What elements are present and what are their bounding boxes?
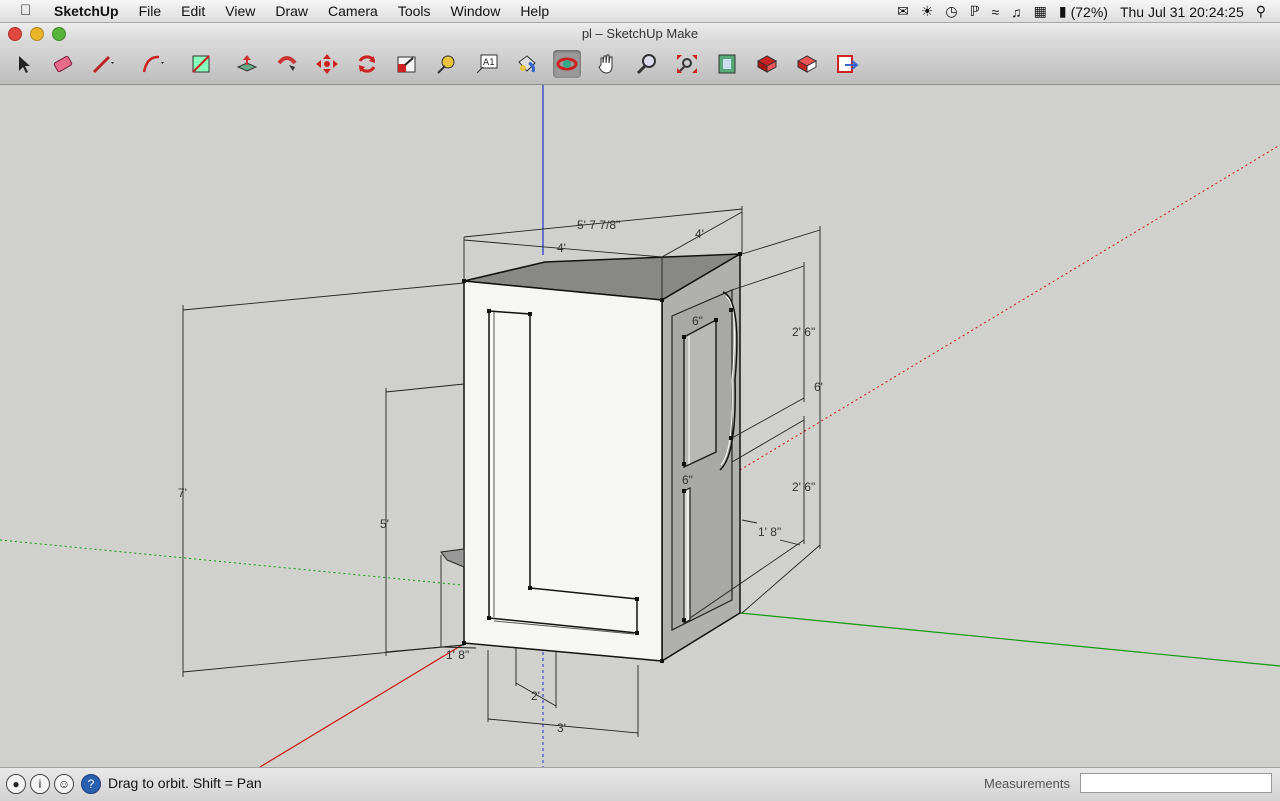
dim-top-front: 4' [557, 241, 566, 255]
minimize-button[interactable] [30, 27, 44, 41]
move-tool-icon[interactable] [313, 50, 341, 78]
push-pull-tool-icon[interactable] [233, 50, 261, 78]
orbit-tool-icon[interactable] [553, 50, 581, 78]
measurements-input[interactable] [1080, 773, 1272, 793]
volume-icon[interactable]: ♫ [1011, 4, 1022, 20]
dim-bottom-depth: 1' 8" [446, 648, 469, 662]
dim-side-depth: 1' 8" [758, 525, 781, 539]
left-shelf [440, 548, 465, 568]
menu-edit[interactable]: Edit [181, 3, 205, 19]
paint-bucket-tool-icon[interactable] [513, 50, 541, 78]
dim-bottom-small: 2' [531, 689, 540, 703]
bluetooth-icon[interactable]: ℙ [970, 3, 980, 20]
dim-right-height: 6' [814, 380, 823, 394]
eraser-tool-icon[interactable] [49, 50, 77, 78]
dim-height-front: 5' [380, 517, 389, 531]
window-title: pl – SketchUp Make [581, 26, 699, 41]
time-machine-icon[interactable]: ◷ [945, 3, 957, 20]
green-axis-dotted [0, 539, 463, 586]
model-viewport[interactable]: 5' 7 7/8" 4' 4' 7' 5' 6' 2' 6" 2' 6" 6" … [0, 85, 1280, 767]
scale-tool-icon[interactable] [393, 50, 421, 78]
dim-gap-lower: 6" [682, 473, 693, 487]
svg-text:A1: A1 [483, 58, 495, 68]
dim-gap-upper: 6" [692, 314, 703, 328]
menu-extras: ✉ ☀ ◷ ℙ ≈ ♫ ▦ ▮ (72%) Thu Jul 31 20:24:2… [885, 3, 1266, 20]
menu-help[interactable]: Help [520, 3, 549, 19]
notification-icon[interactable]: ✉ [897, 3, 909, 20]
battery-percent[interactable]: (72%) [1071, 4, 1108, 20]
dim-top-diagonal: 5' 7 7/8" [577, 218, 620, 232]
zoom-extents-tool-icon[interactable] [673, 50, 701, 78]
red-axis-dotted [739, 144, 1280, 471]
red-axis [259, 644, 463, 767]
battery-icon[interactable]: ▮ [1059, 3, 1067, 20]
window-titlebar: pl – SketchUp Make [0, 23, 1280, 44]
green-axis [739, 612, 1280, 667]
rotate-tool-icon[interactable] [353, 50, 381, 78]
dim-panel-lower: 2' 6" [792, 480, 815, 494]
menu-app-name[interactable]: SketchUp [54, 3, 119, 19]
spotlight-icon[interactable]: ⚲ [1256, 3, 1266, 20]
send-to-layout-tool-icon[interactable] [833, 50, 861, 78]
input-menu-icon[interactable]: ▦ [1034, 3, 1047, 20]
dim-top-side: 4' [695, 227, 704, 241]
zoom-tool-icon[interactable] [633, 50, 661, 78]
help-icon[interactable]: ? [81, 774, 101, 794]
wifi-icon[interactable]: ≈ [991, 4, 999, 20]
dim-bottom-width: 3' [557, 721, 566, 735]
main-toolbar: A1 [0, 44, 1280, 85]
menu-window[interactable]: Window [451, 3, 501, 19]
rectangle-tool-icon[interactable] [189, 50, 217, 78]
text-tool-icon[interactable]: A1 [473, 50, 501, 78]
extension-warehouse-tool-icon[interactable] [793, 50, 821, 78]
apple-icon[interactable]:  [20, 2, 31, 19]
zoom-button[interactable] [52, 27, 66, 41]
menu-camera[interactable]: Camera [328, 3, 378, 19]
credits-icon[interactable]: i [30, 774, 50, 794]
dim-panel-upper: 2' 6" [792, 325, 815, 339]
pan-tool-icon[interactable] [593, 50, 621, 78]
right-panel-lower [683, 487, 691, 624]
tape-measure-tool-icon[interactable] [433, 50, 461, 78]
menu-bar:  SketchUp File Edit View Draw Camera To… [0, 0, 1280, 23]
close-button[interactable] [8, 27, 22, 41]
status-bar: ● i ☺ ? Drag to orbit. Shift = Pan Measu… [0, 767, 1280, 801]
model-canvas[interactable]: 5' 7 7/8" 4' 4' 7' 5' 6' 2' 6" 2' 6" 6" … [0, 85, 1280, 767]
follow-me-tool-icon[interactable] [273, 50, 301, 78]
measurements-label: Measurements [984, 776, 1070, 791]
status-hint: Drag to orbit. Shift = Pan [108, 775, 262, 791]
clock[interactable]: Thu Jul 31 20:24:25 [1120, 4, 1244, 20]
window-controls [8, 27, 74, 41]
pencil-tool-icon[interactable] [89, 50, 117, 78]
menu-list: SketchUp File Edit View Draw Camera Tool… [54, 3, 569, 19]
geo-location-icon[interactable]: ● [6, 774, 26, 794]
brightness-icon[interactable]: ☀ [921, 3, 934, 20]
menu-view[interactable]: View [225, 3, 255, 19]
user-icon[interactable]: ☺ [54, 774, 74, 794]
menu-file[interactable]: File [139, 3, 162, 19]
select-tool-icon[interactable] [10, 50, 38, 78]
share-model-tool-icon[interactable] [753, 50, 781, 78]
3d-warehouse-tool-icon[interactable] [713, 50, 741, 78]
arc-tool-icon[interactable] [139, 50, 167, 78]
dim-height-total: 7' [178, 486, 187, 500]
menu-tools[interactable]: Tools [398, 3, 431, 19]
menu-draw[interactable]: Draw [275, 3, 308, 19]
